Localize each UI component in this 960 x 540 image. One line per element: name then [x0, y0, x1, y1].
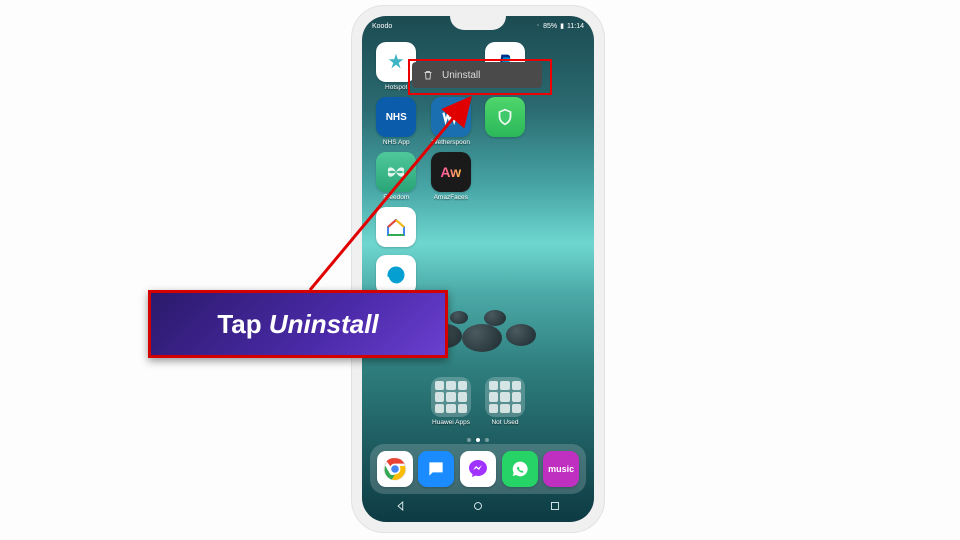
butterfly-icon: [376, 152, 416, 192]
home-icon: [376, 207, 416, 247]
dock: music: [370, 444, 586, 494]
recent-button[interactable]: [548, 499, 562, 518]
app-security[interactable]: [481, 97, 530, 146]
app-wetherspoon[interactable]: Wetherspoon: [427, 97, 476, 146]
hotspot-icon: [376, 42, 416, 82]
notch: [450, 16, 506, 30]
phone-screen: Koodo ᛫ 85% ▮ 11:14 Hotspot: [362, 16, 594, 522]
page-indicator: [362, 438, 594, 442]
context-menu-uninstall[interactable]: Uninstall: [412, 62, 542, 88]
folder-huawei[interactable]: Huawei Apps: [431, 377, 471, 426]
app-google-home[interactable]: [372, 207, 421, 249]
app-freedom[interactable]: Freedom: [372, 152, 421, 201]
music-icon[interactable]: music: [543, 451, 579, 487]
phone-frame: Koodo ᛫ 85% ▮ 11:14 Hotspot: [352, 6, 604, 532]
nav-bar: [362, 498, 594, 518]
context-menu-label: Uninstall: [442, 70, 480, 81]
battery-label: 85%: [543, 23, 557, 30]
shield-icon: [485, 97, 525, 137]
nhs-icon: NHS: [376, 97, 416, 137]
app-amazfaces[interactable]: Aw AmazFaces: [427, 152, 476, 201]
messages-icon[interactable]: [418, 451, 454, 487]
instruction-callout: Tap Uninstall: [148, 290, 448, 358]
battery-icon: ▮: [560, 22, 564, 30]
carrier-label: Koodo: [372, 23, 392, 30]
bluetooth-icon: ᛫: [536, 23, 540, 30]
app-nhs[interactable]: NHS NHS App: [372, 97, 421, 146]
callout-text: Tap Uninstall: [217, 309, 378, 340]
messenger-icon[interactable]: [460, 451, 496, 487]
wetherspoon-icon: [431, 97, 471, 137]
trash-icon: [422, 69, 434, 81]
chrome-icon[interactable]: [377, 451, 413, 487]
folder-row: Huawei Apps Not Used: [362, 377, 594, 426]
folder-not-used[interactable]: Not Used: [485, 377, 525, 426]
home-button[interactable]: [471, 499, 485, 518]
clock: 11:14: [567, 23, 584, 30]
whatsapp-icon[interactable]: [502, 451, 538, 487]
amazfaces-icon: Aw: [431, 152, 471, 192]
back-button[interactable]: [394, 499, 408, 518]
alexa-icon: [376, 255, 416, 295]
